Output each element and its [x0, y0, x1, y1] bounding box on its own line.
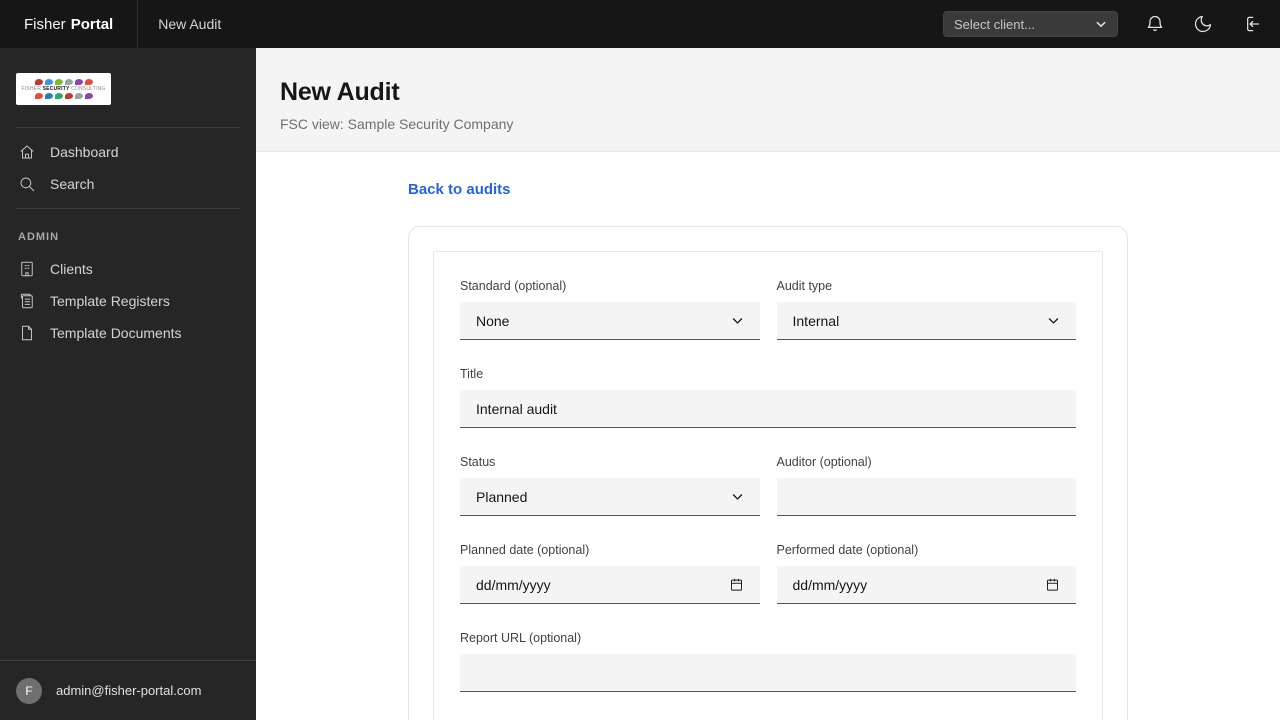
- fsc-logo-fish-bottom: [34, 93, 93, 99]
- page-title: New Audit: [280, 78, 400, 106]
- audit-form-card: Standard (optional) None Audit type Inte…: [408, 226, 1128, 720]
- auditor-field-group: Auditor (optional): [776, 455, 1076, 516]
- sidebar-item-template-documents[interactable]: Template Documents: [0, 317, 256, 349]
- logout-icon: [1247, 16, 1260, 32]
- sidebar-item-label: Clients: [50, 261, 93, 277]
- title-label: Title: [460, 367, 484, 381]
- main-content: Back to audits Standard (optional) None …: [256, 153, 1280, 720]
- home-icon: [20, 145, 34, 159]
- sidebar-divider: [16, 127, 240, 128]
- audit-type-select[interactable]: Internal: [776, 302, 1076, 340]
- report-url-input[interactable]: [460, 654, 1076, 692]
- chevron-down-icon: [732, 318, 742, 324]
- chevron-down-icon: [1096, 21, 1106, 27]
- back-to-audits-link[interactable]: Back to audits: [408, 181, 511, 198]
- calendar-icon[interactable]: [1045, 577, 1060, 592]
- topbar-right: Select client...: [943, 11, 1280, 37]
- sidebar-item-search[interactable]: Search: [0, 168, 256, 200]
- sidebar-item-label: Template Registers: [50, 293, 170, 309]
- sidebar-item-clients[interactable]: Clients: [0, 253, 256, 285]
- title-input-value: Internal audit: [476, 400, 557, 417]
- status-select-value: Planned: [476, 488, 528, 505]
- calendar-icon[interactable]: [729, 577, 744, 592]
- audit-type-field-group: Audit type Internal: [776, 279, 1076, 340]
- app-root: Fisher Portal New Audit Select client...: [0, 0, 1280, 720]
- form-row-2: Title Internal audit: [460, 367, 1076, 428]
- performed-date-value: dd/mm/yyyy: [792, 576, 868, 593]
- planned-date-value: dd/mm/yyyy: [476, 576, 551, 593]
- page-header: New Audit FSC view: Sample Security Comp…: [256, 48, 1280, 152]
- standard-select-value: None: [476, 312, 510, 329]
- client-select-value: Select client...: [954, 16, 1035, 32]
- sidebar-item-template-registers[interactable]: Template Registers: [0, 285, 256, 317]
- report-url-field-group: Report URL (optional): [460, 631, 1076, 692]
- chevron-down-icon: [1048, 318, 1059, 324]
- auditor-input[interactable]: [776, 478, 1076, 516]
- search-icon: [20, 177, 35, 192]
- planned-date-label: Planned date (optional): [460, 543, 590, 557]
- performed-date-field-group: Performed date (optional) dd/mm/yyyy: [776, 543, 1076, 604]
- standard-select[interactable]: None: [460, 302, 760, 340]
- sidebar-item-dashboard[interactable]: Dashboard: [0, 136, 256, 168]
- moon-icon: [1194, 15, 1212, 33]
- avatar: F: [16, 677, 42, 704]
- status-field-group: Status Planned: [460, 455, 760, 516]
- user-email: admin@fisher-portal.com: [56, 683, 202, 698]
- document-icon: [22, 325, 32, 341]
- logout-button[interactable]: [1240, 13, 1262, 35]
- dark-mode-toggle[interactable]: [1192, 13, 1214, 35]
- chevron-down-icon: [732, 494, 742, 500]
- register-icon: [20, 293, 33, 309]
- brand-logo[interactable]: Fisher Portal: [0, 0, 137, 48]
- sidebar-footer: F admin@fisher-portal.com: [0, 660, 256, 720]
- status-label: Status: [460, 455, 496, 469]
- title-input[interactable]: Internal audit: [460, 390, 1076, 428]
- client-select-dropdown[interactable]: Select client...: [943, 11, 1118, 37]
- sidebar: FISHER SECURITY CONSULTING Dashboard Sea…: [0, 48, 256, 720]
- fsc-logo-fish-top: [34, 79, 93, 85]
- report-url-label: Report URL (optional): [460, 631, 582, 645]
- form-row-4: Planned date (optional) dd/mm/yyyy Perfo…: [460, 543, 1076, 604]
- form-row-5: Report URL (optional): [460, 631, 1076, 692]
- sidebar-divider: [16, 208, 240, 209]
- notifications-button[interactable]: [1144, 13, 1166, 35]
- form-row-3: Status Planned Auditor (optional): [460, 455, 1076, 516]
- audit-form: Standard (optional) None Audit type Inte…: [433, 251, 1103, 720]
- title-field-group: Title Internal audit: [460, 367, 1076, 428]
- brand-second: Portal: [70, 15, 114, 33]
- planned-date-input[interactable]: dd/mm/yyyy: [460, 566, 760, 604]
- sidebar-item-label: Dashboard: [50, 144, 119, 160]
- topnav-new-audit[interactable]: New Audit: [138, 0, 241, 48]
- performed-date-label: Performed date (optional): [776, 543, 919, 557]
- status-select[interactable]: Planned: [460, 478, 760, 516]
- topbar: Fisher Portal New Audit Select client...: [0, 0, 1280, 48]
- sidebar-item-label: Search: [50, 176, 95, 192]
- brand-first: Fisher: [24, 15, 66, 33]
- bell-icon: [1147, 15, 1163, 32]
- audit-type-label: Audit type: [776, 279, 833, 293]
- fsc-logo-text: FISHER SECURITY CONSULTING: [21, 86, 106, 92]
- fsc-logo[interactable]: FISHER SECURITY CONSULTING: [16, 73, 111, 105]
- standard-label: Standard (optional): [460, 279, 567, 293]
- standard-field-group: Standard (optional) None: [460, 279, 760, 340]
- building-icon: [21, 261, 33, 277]
- planned-date-field-group: Planned date (optional) dd/mm/yyyy: [460, 543, 760, 604]
- sidebar-section-admin: ADMIN: [18, 231, 60, 243]
- auditor-label: Auditor (optional): [776, 455, 872, 469]
- form-row-1: Standard (optional) None Audit type Inte…: [460, 279, 1076, 340]
- audit-type-select-value: Internal: [792, 312, 840, 329]
- sidebar-item-label: Template Documents: [50, 325, 182, 341]
- performed-date-input[interactable]: dd/mm/yyyy: [776, 566, 1076, 604]
- page-subtitle: FSC view: Sample Security Company: [280, 116, 514, 132]
